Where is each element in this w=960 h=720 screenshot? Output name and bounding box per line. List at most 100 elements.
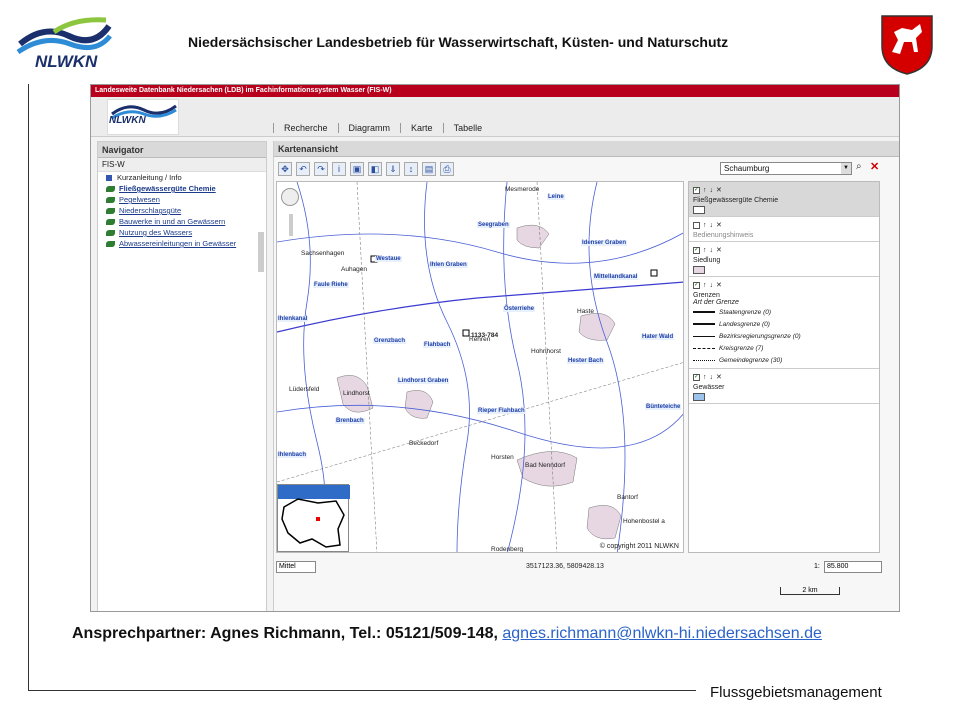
station-label: 1133-784 <box>471 332 499 339</box>
close-icon[interactable]: ✕ <box>870 160 879 173</box>
checkbox-unchecked[interactable] <box>693 221 700 229</box>
water-label: Mittellandkanal <box>593 274 639 280</box>
measure-icon[interactable]: ↕ <box>404 162 418 176</box>
place-label: Rodenberg <box>491 546 524 553</box>
place-label: Bad Nenndorf <box>525 462 566 469</box>
menu-karte[interactable]: Karte <box>400 123 443 133</box>
place-label: Horsten <box>491 454 514 461</box>
slide-title: Niedersächsischer Landesbetrieb für Wass… <box>188 34 729 50</box>
info-tool-icon[interactable]: i <box>332 162 346 176</box>
legend-layer-grenzen[interactable]: ✓ ↑ ↓ ✕ Grenzen Art der Grenze Staatengrenz… <box>689 277 879 369</box>
menu-recherche[interactable]: Recherche <box>273 123 338 133</box>
nav-item-fliessgewaesserguete[interactable]: Fließgewässergüte Chemie <box>98 183 266 194</box>
arrow-down-icon[interactable]: ↓ <box>710 374 714 381</box>
nav-item-bauwerke[interactable]: Bauwerke in und an Gewässern <box>98 216 266 227</box>
zoom-slider[interactable] <box>289 214 293 236</box>
checkbox-checked[interactable]: ✓ <box>693 281 700 289</box>
water-label: Ihlen Graben <box>429 262 468 268</box>
legend-layer-gewaesser[interactable]: ✓ ↑ ↓ ✕ Gewässer <box>689 369 879 404</box>
layer-icon <box>106 196 115 203</box>
search-icon[interactable]: ⌕ <box>856 161 862 172</box>
legend-swatch <box>693 266 705 274</box>
legend-layer-fliessgewaesserguete[interactable]: ✓ ↑ ↓ ✕ Fließgewässergüte Chemie <box>689 182 879 217</box>
chevron-down-icon[interactable]: ▼ <box>841 163 851 174</box>
water-label: Grenzbach <box>373 338 407 344</box>
arrow-up-icon[interactable]: ↑ <box>703 222 707 229</box>
frame-vertical-line <box>28 84 29 690</box>
checkbox-checked[interactable]: ✓ <box>693 186 700 194</box>
region-select[interactable]: Schaumburg ▼ <box>720 162 852 175</box>
legend-sublabel: Art der Grenze <box>693 299 739 306</box>
legend-layer-siedlung[interactable]: ✓ ↑ ↓ ✕ Siedlung <box>689 242 879 277</box>
nav-root[interactable]: FIS-W <box>98 158 266 172</box>
map-canvas[interactable]: Mesmerode Sachsenhagen Auhagen Haste Reh… <box>276 181 684 553</box>
copyright-text: © copyright 2011 NLWKN <box>599 543 679 550</box>
arrow-up-icon[interactable]: ↑ <box>703 187 707 194</box>
water-label: Österriehe <box>503 306 536 312</box>
place-label: Beckedorf <box>409 440 439 447</box>
menu-diagramm[interactable]: Diagramm <box>337 123 401 133</box>
close-icon[interactable]: ✕ <box>716 186 722 194</box>
nav-item-pegelwesen[interactable]: Pegelwesen <box>98 194 266 205</box>
logo-text: NLWKN <box>35 52 98 71</box>
arrow-down-icon[interactable]: ↓ <box>710 247 714 254</box>
lower-saxony-crest-icon <box>878 12 936 76</box>
scale-prefix: 1: <box>814 563 820 570</box>
fisw-app-window: Landesweite Datenbank Niedersachen (LDB)… <box>90 84 900 612</box>
arrow-down-icon[interactable]: ↓ <box>710 187 714 194</box>
scale-input[interactable]: 85.800 <box>824 561 882 573</box>
legend-entry: Staatengrenze (0) <box>693 306 875 318</box>
legend-layer-bedienungshinweis[interactable]: ↑ ↓ ✕ Bedienungshinweis <box>689 217 879 242</box>
undo-icon[interactable]: ↶ <box>296 162 310 176</box>
navigator-panel: Navigator FIS-W Kurzanleitung / Info Fli… <box>97 141 267 611</box>
legend-label: Siedlung <box>693 257 721 264</box>
arrow-up-icon[interactable]: ↑ <box>703 374 707 381</box>
map-panel: Kartenansicht ✥ ↶ ↷ i ▣ ◧ ⇓ ↕ ▤ ⎙ Schaum… <box>273 141 899 611</box>
place-label: Sachsenhagen <box>301 250 345 257</box>
nav-item-abwasser[interactable]: Abwassereinleitungen in Gewässer <box>98 238 266 249</box>
checkbox-checked[interactable]: ✓ <box>693 373 700 381</box>
main-menu: Recherche Diagramm Karte Tabelle <box>273 123 492 133</box>
pan-control[interactable] <box>281 188 299 206</box>
close-icon[interactable]: ✕ <box>716 373 722 381</box>
legend-panel: ✓ ↑ ↓ ✕ Fließgewässergüte Chemie ↑ ↓ ✕ Bedien… <box>688 181 880 553</box>
select-tool-icon[interactable]: ▣ <box>350 162 364 176</box>
zoom-level-select[interactable]: Mittel <box>276 561 316 573</box>
arrow-up-icon[interactable]: ↑ <box>703 282 707 289</box>
close-icon[interactable]: ✕ <box>716 281 722 289</box>
coordinate-readout: 3517123.36, 5809428.13 <box>526 563 604 570</box>
app-header: NLWKN Recherche Diagramm Karte Tabelle <box>91 97 899 137</box>
arrow-up-icon[interactable]: ↑ <box>703 247 707 254</box>
overview-map[interactable] <box>277 484 350 552</box>
navigator-scrollbar[interactable] <box>258 232 264 272</box>
checkbox-checked[interactable]: ✓ <box>693 246 700 254</box>
water-label: Ihlenbach <box>277 452 308 458</box>
contact-line: Ansprechpartner: Agnes Richmann, Tel.: 0… <box>72 625 822 643</box>
redo-icon[interactable]: ↷ <box>314 162 328 176</box>
close-icon[interactable]: ✕ <box>716 221 722 229</box>
download-icon[interactable]: ⇓ <box>386 162 400 176</box>
info-icon <box>106 174 112 181</box>
map-status-bar: Mittel 3517123.36, 5809428.13 1: 85.800 … <box>276 559 882 595</box>
frame-horizontal-line <box>28 690 696 691</box>
legend-label: Bedienungshinweis <box>693 232 754 239</box>
legend-label: Grenzen <box>693 292 720 299</box>
contact-email-link[interactable]: agnes.richmann@nlwkn-hi.niedersachsen.de <box>502 625 822 642</box>
layer-tool-icon[interactable]: ◧ <box>368 162 382 176</box>
close-icon[interactable]: ✕ <box>716 246 722 254</box>
nav-item-niederschlagsguete[interactable]: Niederschlagsgüte <box>98 205 266 216</box>
print-icon[interactable]: ⎙ <box>440 162 454 176</box>
arrow-down-icon[interactable]: ↓ <box>710 222 714 229</box>
legend-entry: Gemeindegrenze (30) <box>693 354 875 366</box>
scalebar: 2 km <box>780 587 840 595</box>
place-label: Mesmerode <box>505 186 540 193</box>
place-label: Bantorf <box>617 494 638 501</box>
chart-icon[interactable]: ▤ <box>422 162 436 176</box>
menu-tabelle[interactable]: Tabelle <box>442 123 493 133</box>
nav-item-nutzung[interactable]: Nutzung des Wassers <box>98 227 266 238</box>
arrow-down-icon[interactable]: ↓ <box>710 282 714 289</box>
pan-tool-icon[interactable]: ✥ <box>278 162 292 176</box>
water-label: Leine <box>547 194 565 200</box>
nav-item-kurzanleitung[interactable]: Kurzanleitung / Info <box>98 172 266 183</box>
legend-entry: Bezirksregierungsgrenze (0) <box>693 330 875 342</box>
